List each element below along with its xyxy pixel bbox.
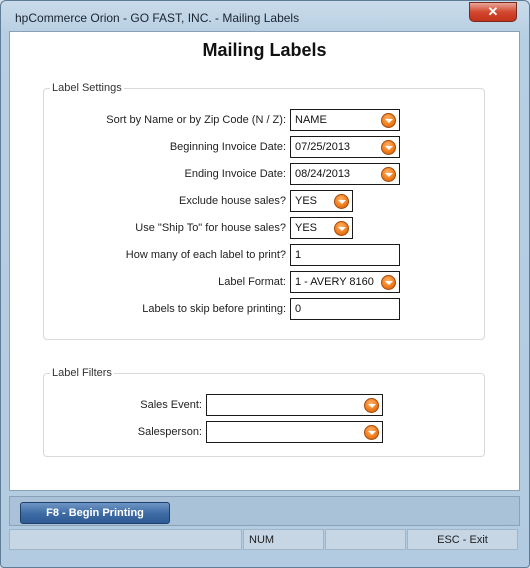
sort-by-label: Sort by Name or by Zip Code (N / Z):: [106, 114, 286, 126]
ship-to-value: YES: [295, 222, 318, 234]
beginning-date-label: Beginning Invoice Date:: [169, 141, 286, 153]
begin-printing-button[interactable]: F8 - Begin Printing: [20, 502, 170, 524]
close-icon: ✕: [487, 4, 499, 19]
labels-skip-input[interactable]: 0: [290, 298, 400, 320]
sort-by-select[interactable]: NAME: [290, 109, 400, 131]
exclude-house-label: Exclude house sales?: [178, 195, 286, 207]
chevron-down-icon[interactable]: [381, 275, 396, 290]
page-title: Mailing Labels: [202, 40, 327, 60]
chevron-down-icon[interactable]: [381, 140, 396, 155]
sales-event-row: Sales Event:: [44, 394, 202, 416]
label-format-label: Label Format:: [218, 276, 286, 288]
salesperson-label: Salesperson:: [137, 426, 202, 438]
chevron-down-icon[interactable]: [364, 425, 379, 440]
form-panel: Mailing Labels Label Settings Sort by Na…: [9, 31, 520, 491]
label-count-value: 1: [295, 249, 302, 261]
ship-to-label: Use "Ship To" for house sales?: [135, 222, 286, 234]
beginning-date-field[interactable]: 07/25/2013: [290, 136, 400, 158]
sales-event-label: Sales Event:: [140, 399, 202, 411]
ending-date-field[interactable]: 08/24/2013: [290, 163, 400, 185]
label-filters-group: Label Filters Sales Event: Salesperson:: [43, 367, 485, 457]
mailing-labels-window: hpCommerce Orion - GO FAST, INC. - Maili…: [0, 0, 530, 568]
sort-by-row: Sort by Name or by Zip Code (N / Z):: [44, 109, 286, 131]
action-bar: F8 - Begin Printing: [9, 496, 520, 526]
chevron-down-icon[interactable]: [364, 398, 379, 413]
beginning-date-value: 07/25/2013: [295, 141, 351, 153]
ship-to-select[interactable]: YES: [290, 217, 353, 239]
ending-date-row: Ending Invoice Date:: [44, 163, 286, 185]
exclude-house-value: YES: [295, 195, 318, 207]
label-filters-group-label: Label Filters: [50, 367, 114, 379]
chevron-down-icon[interactable]: [334, 221, 349, 236]
status-cell-blank: [325, 529, 406, 550]
chevron-down-icon[interactable]: [334, 194, 349, 209]
labels-skip-value: 0: [295, 303, 302, 315]
labels-skip-row: Labels to skip before printing:: [44, 298, 286, 320]
label-count-input[interactable]: 1: [290, 244, 400, 266]
salesperson-select[interactable]: [206, 421, 383, 443]
label-count-label: How many of each label to print?: [125, 249, 286, 261]
sales-event-select[interactable]: [206, 394, 383, 416]
chevron-down-icon[interactable]: [381, 113, 396, 128]
labels-skip-label: Labels to skip before printing:: [142, 303, 286, 315]
label-settings-group: Label Settings Sort by Name or by Zip Co…: [43, 82, 485, 340]
close-button[interactable]: ✕: [469, 2, 517, 22]
beginning-date-row: Beginning Invoice Date:: [44, 136, 286, 158]
chevron-down-icon[interactable]: [381, 167, 396, 182]
status-cell-message: [9, 529, 242, 550]
status-bar: NUM ESC - Exit: [9, 529, 520, 550]
ending-date-label: Ending Invoice Date:: [184, 168, 286, 180]
salesperson-row: Salesperson:: [44, 421, 202, 443]
label-settings-group-label: Label Settings: [50, 82, 124, 94]
status-cell-exit[interactable]: ESC - Exit: [407, 529, 518, 550]
label-format-value: 1 - AVERY 8160: [295, 276, 374, 288]
status-cell-num: NUM: [243, 529, 324, 550]
label-format-select[interactable]: 1 - AVERY 8160: [290, 271, 400, 293]
sort-by-value: NAME: [295, 114, 327, 126]
title-bar[interactable]: hpCommerce Orion - GO FAST, INC. - Maili…: [1, 1, 529, 31]
ship-to-row: Use "Ship To" for house sales?: [44, 217, 286, 239]
label-count-row: How many of each label to print?: [44, 244, 286, 266]
label-format-row: Label Format:: [44, 271, 286, 293]
exclude-house-select[interactable]: YES: [290, 190, 353, 212]
exclude-house-row: Exclude house sales?: [44, 190, 286, 212]
window-title: hpCommerce Orion - GO FAST, INC. - Maili…: [15, 11, 300, 25]
ending-date-value: 08/24/2013: [295, 168, 351, 180]
